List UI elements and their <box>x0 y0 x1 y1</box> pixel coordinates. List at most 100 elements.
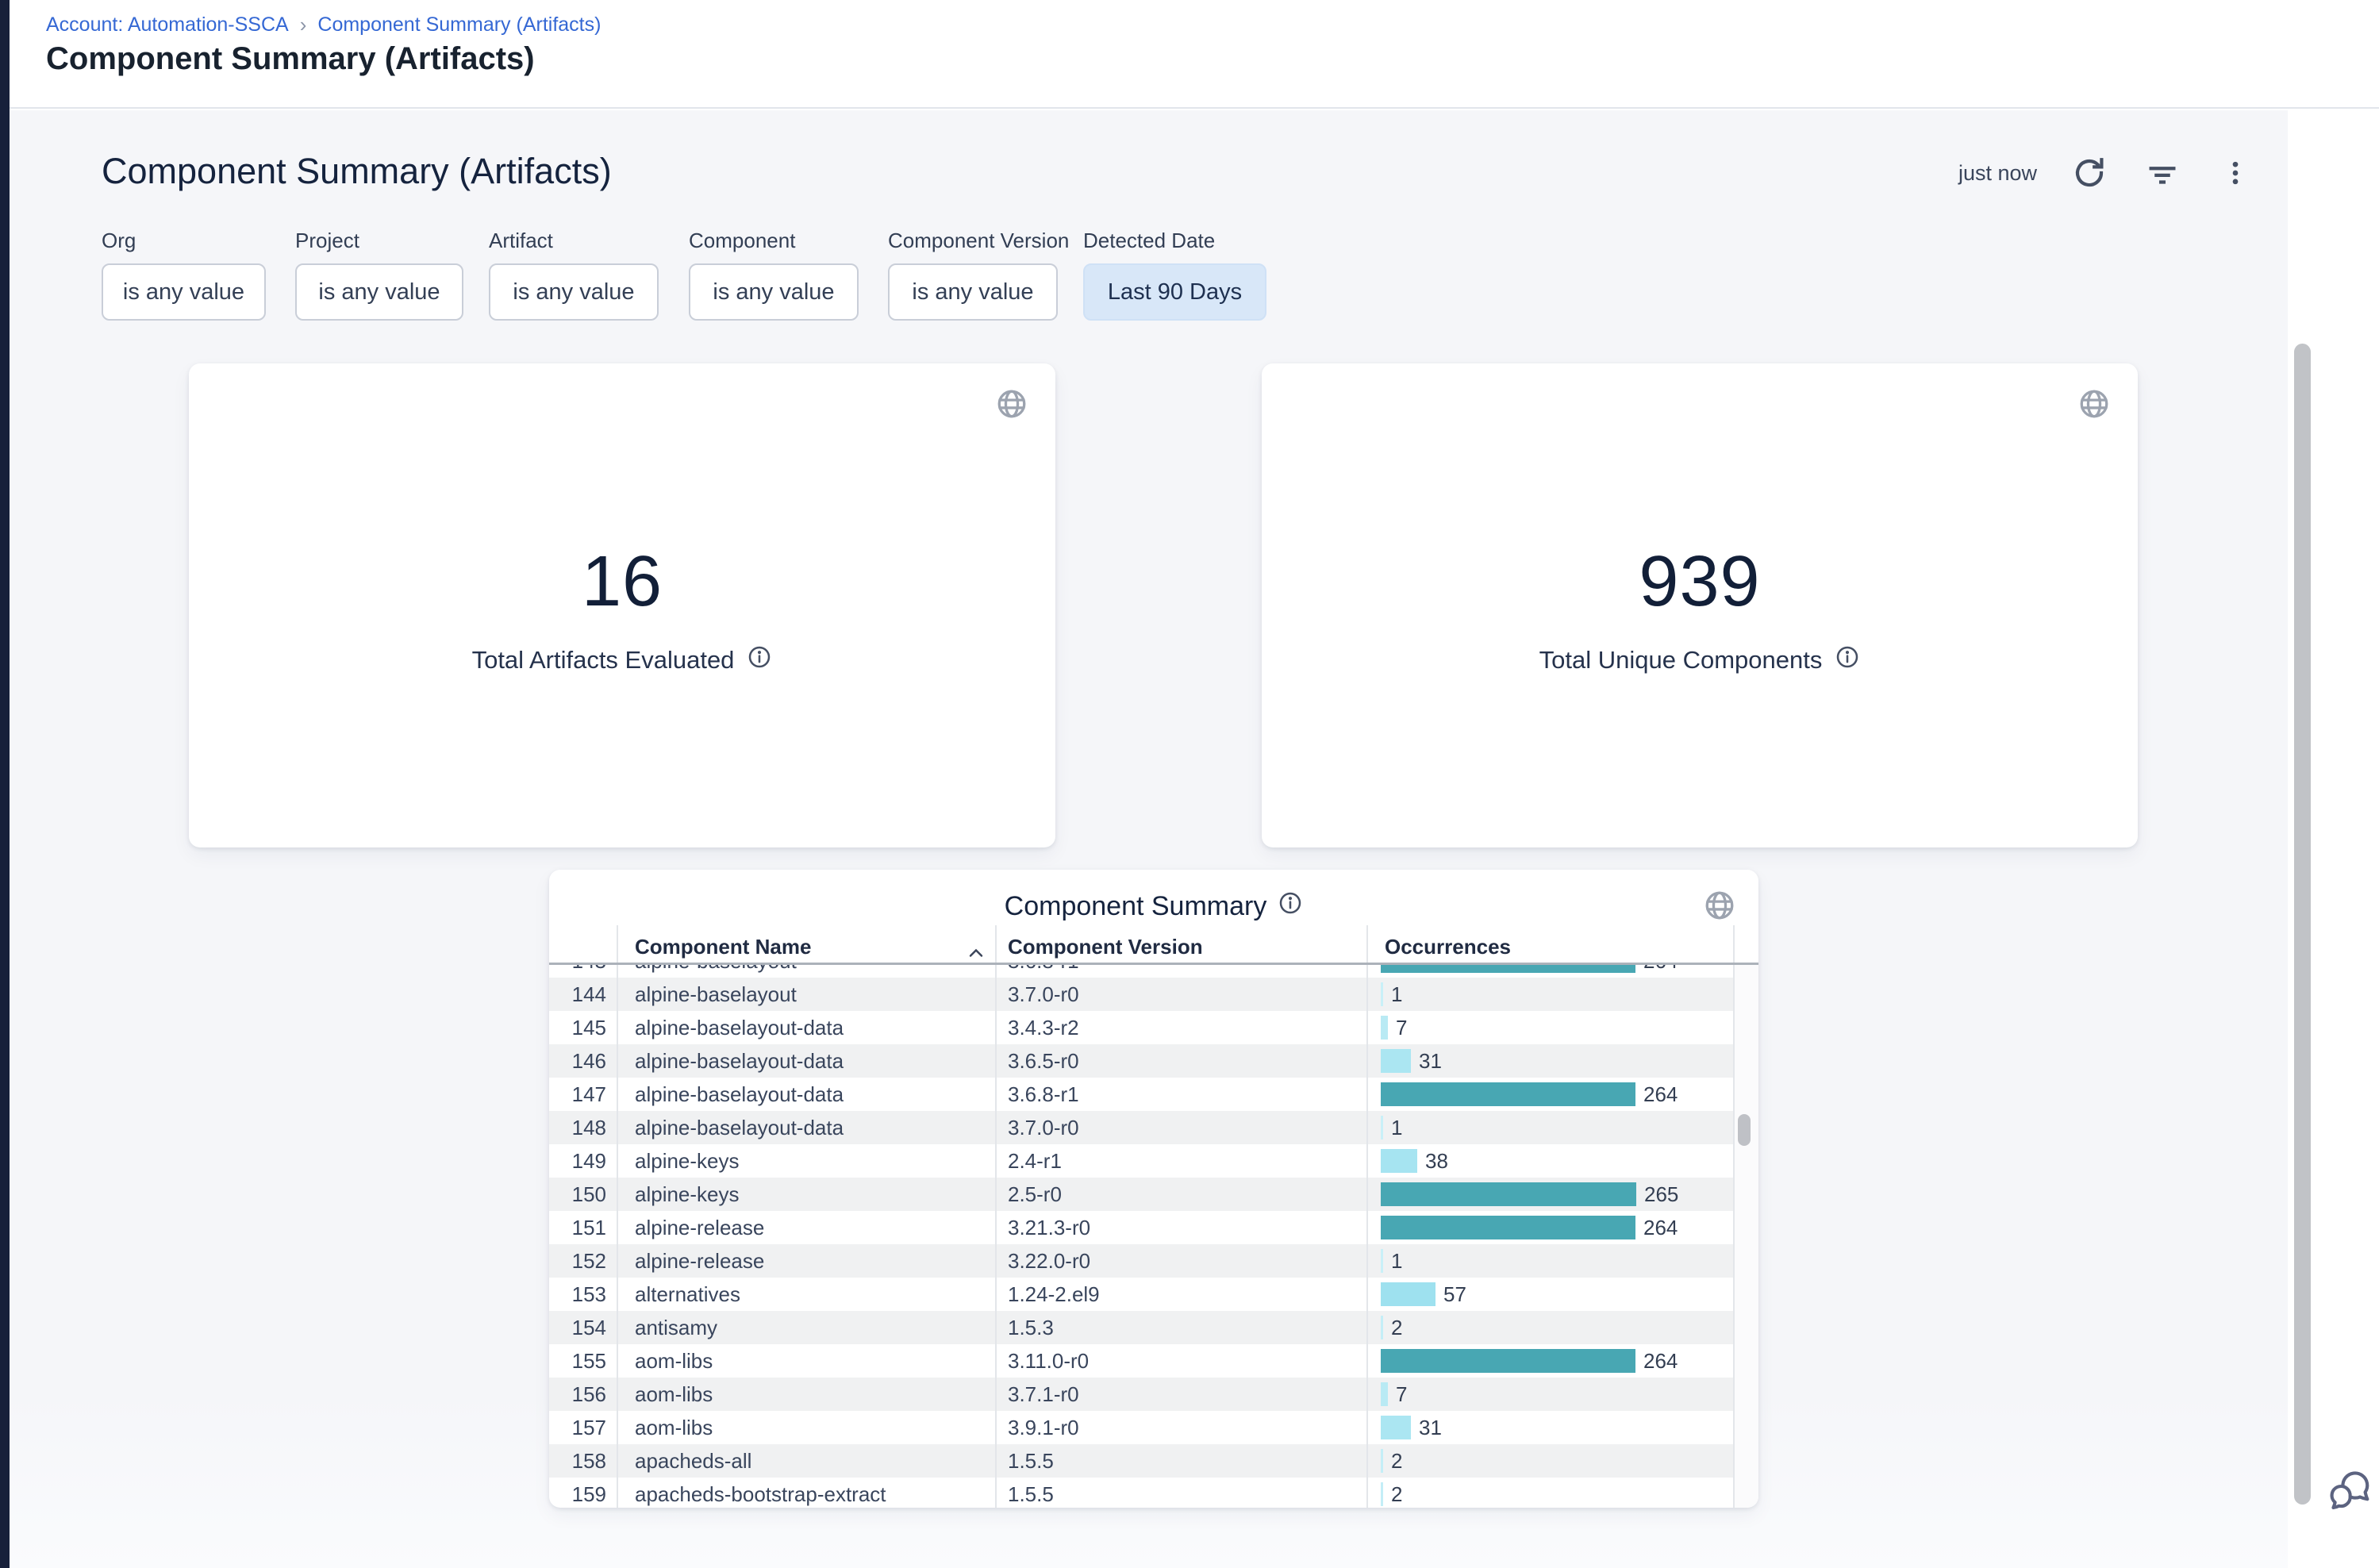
breadcrumb: Account: Automation-SSCA › Component Sum… <box>46 13 601 37</box>
component-version-cell: 3.6.5-r0 <box>995 1049 1366 1074</box>
breadcrumb-current-link[interactable]: Component Summary (Artifacts) <box>317 13 601 37</box>
table-row[interactable]: 157 aom-libs 3.9.1-r0 31 <box>549 1411 1758 1444</box>
column-divider <box>995 925 997 1508</box>
component-version-cell: 2.5-r0 <box>995 1182 1366 1207</box>
row-number-cell: 148 <box>549 1116 617 1140</box>
occurrence-value: 2 <box>1391 1482 1402 1507</box>
metric-label: Total Artifacts Evaluated <box>472 646 735 674</box>
chat-bubbles-icon <box>2325 1466 2377 1519</box>
chat-support-button[interactable] <box>2325 1466 2377 1519</box>
globe-icon <box>995 387 1028 425</box>
table-row[interactable]: 144 alpine-baselayout 3.7.0-r0 1 <box>549 978 1758 1011</box>
occurrence-bar <box>1381 1082 1635 1106</box>
occurrence-value: 1 <box>1391 982 1402 1007</box>
row-number-cell: 143 <box>549 965 617 974</box>
filter-label: Detected Date <box>1083 229 1215 253</box>
row-number-cell: 150 <box>549 1182 617 1207</box>
kebab-menu-icon <box>2220 157 2251 189</box>
column-header-component-name[interactable]: Component Name <box>635 935 811 959</box>
table-row[interactable]: 149 alpine-keys 2.4-r1 38 <box>549 1144 1758 1178</box>
table-row[interactable]: 151 alpine-release 3.21.3-r0 264 <box>549 1211 1758 1244</box>
component-version-cell: 3.4.3-r2 <box>995 1016 1366 1040</box>
occurrence-bar <box>1381 1182 1636 1206</box>
occurrences-cell: 265 <box>1366 1182 1733 1207</box>
info-icon[interactable] <box>747 644 772 676</box>
table-body-viewport: 143 alpine-baselayout 3.6.8-r1 264 144 a… <box>549 965 1758 1508</box>
filter-value-chip[interactable]: is any value <box>489 263 659 321</box>
table-row[interactable]: 153 alternatives 1.24-2.el9 57 <box>549 1278 1758 1311</box>
info-icon[interactable] <box>1835 644 1860 676</box>
occurrence-value: 31 <box>1419 1049 1442 1074</box>
more-options-button[interactable] <box>2215 152 2256 194</box>
refresh-button[interactable] <box>2069 152 2110 194</box>
occurrence-value: 1 <box>1391 1249 1402 1274</box>
table-row[interactable]: 155 aom-libs 3.11.0-r0 264 <box>549 1344 1758 1378</box>
table-row[interactable]: 145 alpine-baselayout-data 3.4.3-r2 7 <box>549 1011 1758 1044</box>
component-summary-table-card: Component Summary Component Name Compone… <box>549 870 1758 1508</box>
row-gutter <box>1733 1211 1758 1244</box>
component-name-cell: alpine-baselayout-data <box>617 1016 995 1040</box>
filter-value-chip[interactable]: is any value <box>888 263 1058 321</box>
breadcrumb-account-link[interactable]: Account: Automation-SSCA <box>46 13 289 37</box>
metric-card-total-artifacts: 16 Total Artifacts Evaluated <box>189 363 1055 847</box>
row-number-cell: 151 <box>549 1216 617 1240</box>
column-header-occurrences[interactable]: Occurrences <box>1385 935 1511 959</box>
info-icon[interactable] <box>1278 890 1303 923</box>
top-header: Account: Automation-SSCA › Component Sum… <box>10 0 2379 109</box>
occurrences-cell: 7 <box>1366 1382 1733 1407</box>
filter-value-chip[interactable]: is any value <box>689 263 859 321</box>
metric-card-unique-components: 939 Total Unique Components <box>1262 363 2138 847</box>
component-version-cell: 3.6.8-r1 <box>995 1082 1366 1107</box>
table-scrollbar-thumb[interactable] <box>1738 1114 1751 1146</box>
occurrence-value: 2 <box>1391 1316 1402 1340</box>
table-row[interactable]: 154 antisamy 1.5.3 2 <box>549 1311 1758 1344</box>
occurrence-bar <box>1381 982 1383 1006</box>
table-row[interactable]: 143 alpine-baselayout 3.6.8-r1 264 <box>549 965 1758 978</box>
component-name-cell: aom-libs <box>617 1416 995 1440</box>
component-name-cell: aom-libs <box>617 1349 995 1374</box>
table-row[interactable]: 158 apacheds-all 1.5.5 2 <box>549 1444 1758 1478</box>
occurrence-bar <box>1381 965 1635 973</box>
table-row[interactable]: 156 aom-libs 3.7.1-r0 7 <box>549 1378 1758 1411</box>
filter-value-chip[interactable]: is any value <box>102 263 266 321</box>
globe-icon <box>2077 387 2111 425</box>
component-version-cell: 3.9.1-r0 <box>995 1416 1366 1440</box>
component-version-cell: 1.5.5 <box>995 1482 1366 1507</box>
row-number-cell: 145 <box>549 1016 617 1040</box>
row-gutter <box>1733 1044 1758 1078</box>
component-version-cell: 3.7.0-r0 <box>995 982 1366 1007</box>
table-row[interactable]: 159 apacheds-bootstrap-extract 1.5.5 2 <box>549 1478 1758 1508</box>
row-gutter <box>1733 1144 1758 1178</box>
metric-label: Total Unique Components <box>1539 646 1823 674</box>
table-row[interactable]: 147 alpine-baselayout-data 3.6.8-r1 264 <box>549 1078 1758 1111</box>
table-row[interactable]: 148 alpine-baselayout-data 3.7.0-r0 1 <box>549 1111 1758 1144</box>
occurrences-cell: 2 <box>1366 1482 1733 1507</box>
occurrence-bar <box>1381 1216 1635 1239</box>
occurrence-bar <box>1381 1149 1417 1173</box>
occurrence-bar <box>1381 1449 1383 1473</box>
filter-value-chip[interactable]: Last 90 Days <box>1083 263 1266 321</box>
table-row[interactable]: 152 alpine-release 3.22.0-r0 1 <box>549 1244 1758 1278</box>
row-number-cell: 157 <box>549 1416 617 1440</box>
table-row[interactable]: 150 alpine-keys 2.5-r0 265 <box>549 1178 1758 1211</box>
occurrences-cell: 7 <box>1366 1016 1733 1040</box>
page-scrollbar-thumb[interactable] <box>2294 344 2311 1505</box>
dashboard-controls: just now <box>1958 152 2256 194</box>
page-title: Component Summary (Artifacts) <box>46 41 535 77</box>
occurrence-bar <box>1381 1249 1383 1273</box>
occurrence-value: 2 <box>1391 1449 1402 1474</box>
component-version-cell: 1.5.5 <box>995 1449 1366 1474</box>
filter-value-chip[interactable]: is any value <box>295 263 463 321</box>
component-name-cell: alpine-release <box>617 1249 995 1274</box>
dashboard-filters-button[interactable] <box>2142 152 2183 194</box>
component-version-cell: 3.7.1-r0 <box>995 1382 1366 1407</box>
occurrences-cell: 31 <box>1366 1049 1733 1074</box>
column-header-component-version[interactable]: Component Version <box>1008 935 1203 959</box>
component-name-cell: alpine-baselayout-data <box>617 1049 995 1074</box>
row-gutter <box>1733 1078 1758 1111</box>
row-number-cell: 159 <box>549 1482 617 1507</box>
row-gutter <box>1733 978 1758 1011</box>
filter-label: Artifact <box>489 229 553 253</box>
table-row[interactable]: 146 alpine-baselayout-data 3.6.5-r0 31 <box>549 1044 1758 1078</box>
row-number-cell: 153 <box>549 1282 617 1307</box>
